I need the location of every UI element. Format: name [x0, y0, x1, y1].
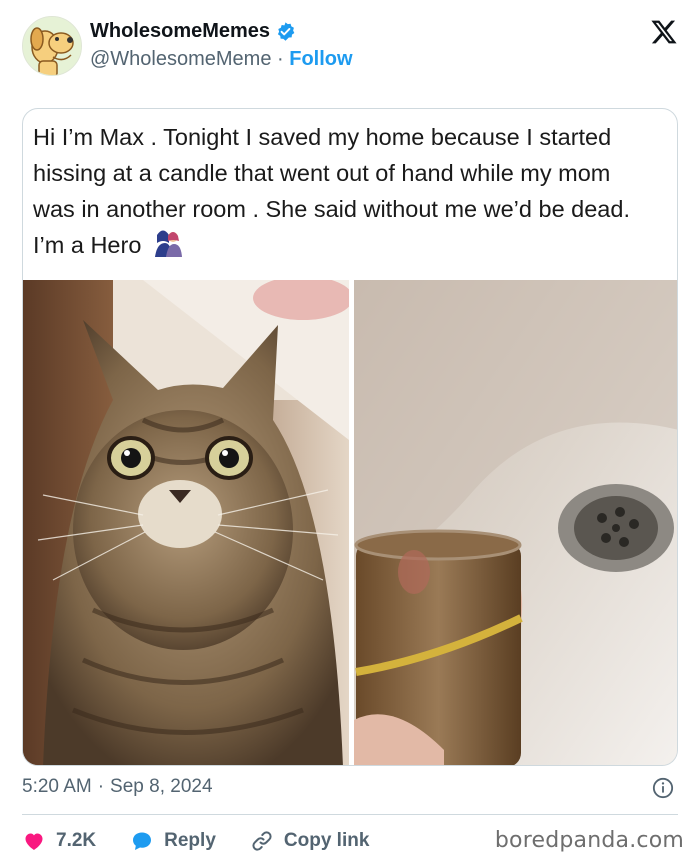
heart-icon: [25, 833, 43, 850]
candle-photo[interactable]: [354, 280, 677, 765]
speech-bubble-icon: [133, 832, 152, 850]
link-icon: [252, 831, 272, 851]
x-logo-icon[interactable]: [650, 18, 678, 46]
cartoon-dog-icon: [23, 17, 81, 75]
time-separator: ·: [97, 776, 105, 797]
cat-photo-image: [23, 280, 349, 765]
verified-badge-icon: [277, 22, 295, 41]
avatar[interactable]: [22, 16, 82, 76]
cat-photo[interactable]: [23, 280, 349, 765]
copy-link-button[interactable]: Copy link: [250, 829, 370, 853]
reply-label: Reply: [164, 830, 216, 851]
reply-button[interactable]: Reply: [130, 829, 216, 853]
like-count: 7.2K: [56, 830, 97, 851]
post-date: Sep 8, 2024: [110, 776, 213, 797]
embedded-media-card[interactable]: Hi I’m Max . Tonight I saved my home bec…: [22, 108, 678, 766]
action-bar: 7.2K Reply Copy link: [22, 826, 403, 856]
post-header: WholesomeMemes @WholesomeMeme · Follow: [22, 16, 682, 80]
handle[interactable]: @WholesomeMeme: [90, 48, 271, 71]
display-name[interactable]: WholesomeMemes: [90, 20, 270, 43]
post-time: 5:20 AM: [22, 776, 92, 797]
post-text-body: Hi I’m Max . Tonight I saved my home bec…: [33, 124, 630, 258]
post-text: Hi I’m Max . Tonight I saved my home bec…: [33, 119, 653, 263]
watermark: boredpanda.com: [494, 828, 684, 853]
info-icon[interactable]: [652, 777, 674, 799]
like-button[interactable]: 7.2K: [22, 829, 96, 853]
post-timestamp[interactable]: 5:20 AM · Sep 8, 2024: [22, 776, 213, 798]
handle-separator: ·: [271, 48, 290, 70]
couple-emoji-icon: [154, 230, 182, 257]
divider: [22, 814, 678, 815]
copy-link-label: Copy link: [283, 830, 370, 851]
follow-button[interactable]: Follow: [289, 48, 352, 71]
candle-photo-image: [354, 280, 677, 765]
